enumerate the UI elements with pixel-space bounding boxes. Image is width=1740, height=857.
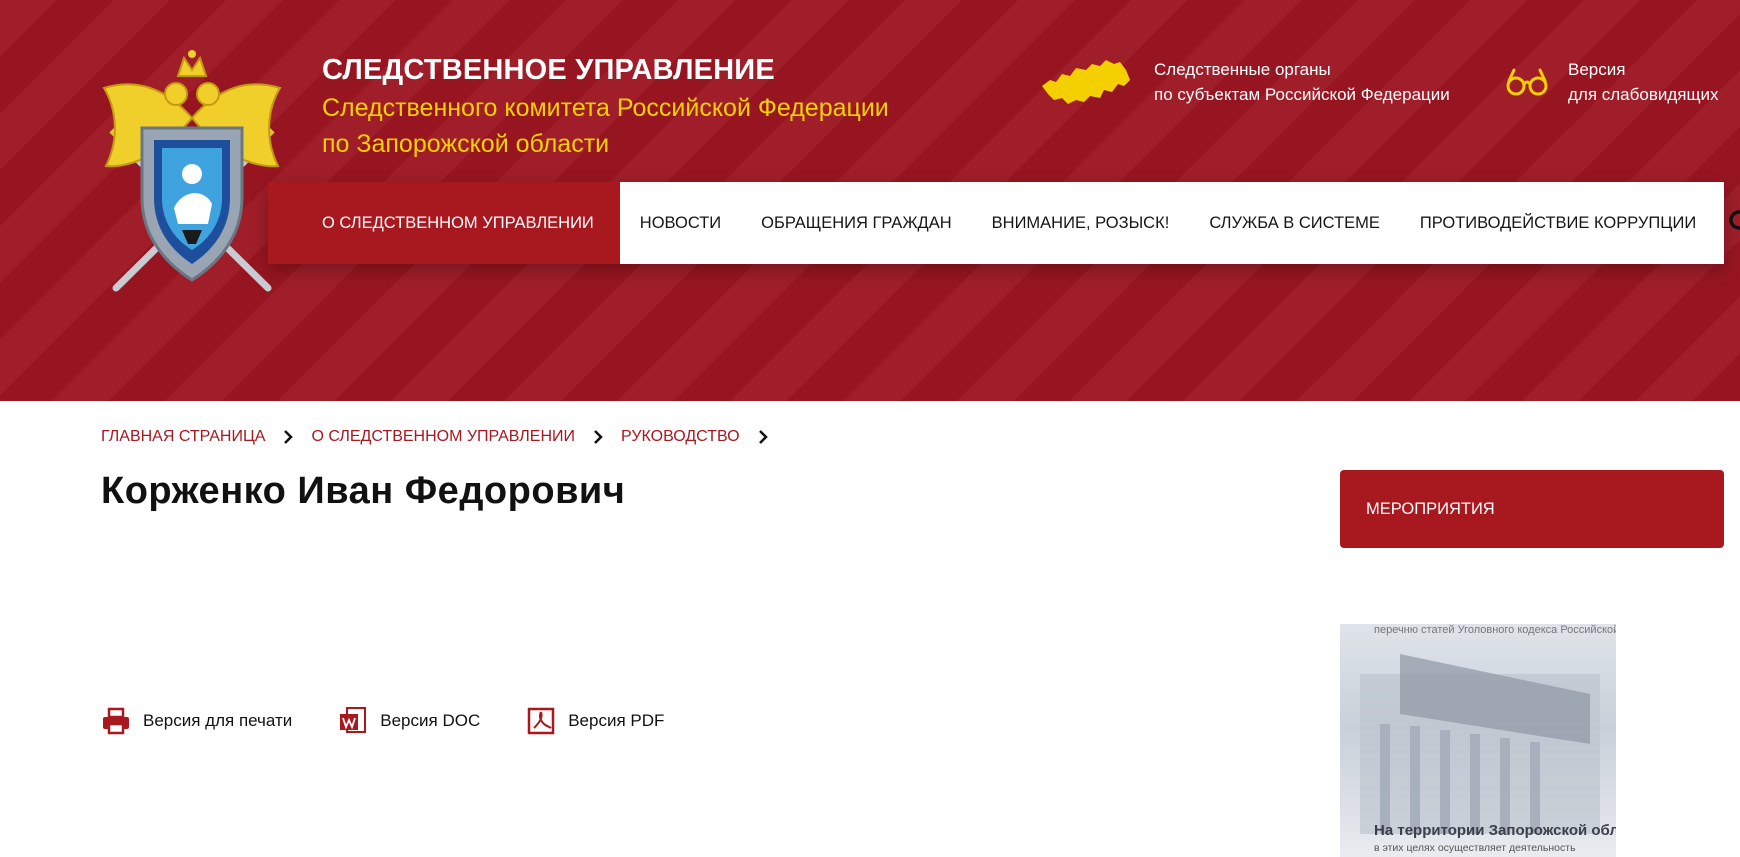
breadcrumb: Главная страница О следственном управлен…: [101, 428, 786, 446]
printer-icon: [103, 707, 129, 735]
banner-small-text: в этих целях осуществляет деятельность: [1374, 842, 1576, 854]
events-button[interactable]: Мероприятия: [1340, 470, 1724, 548]
regions-text: Следственные органы по субъектам Российс…: [1154, 57, 1450, 107]
pdf-version-link[interactable]: Версия PDF: [526, 706, 664, 736]
chevron-right-icon: [284, 430, 294, 444]
nav-item-about[interactable]: О следственном управлении: [268, 182, 620, 264]
nav-item-anticorruption[interactable]: Противодействие коррупции: [1400, 182, 1716, 264]
region-banner[interactable]: перечню статей Уголовного кодекса Россий…: [1340, 624, 1616, 857]
emblem-icon[interactable]: [96, 48, 288, 300]
chevron-right-icon: [758, 430, 768, 444]
nav-item-service[interactable]: Служба в системе: [1189, 182, 1400, 264]
pdf-version-label: Версия PDF: [568, 711, 665, 730]
chevron-right-icon: [594, 430, 603, 444]
regions-line1: Следственные органы: [1154, 60, 1331, 79]
russia-map-icon: [1042, 60, 1130, 104]
print-version-link[interactable]: Версия для печати: [101, 706, 292, 736]
building-image: [1360, 654, 1600, 834]
nav-item-news[interactable]: Новости: [620, 182, 741, 264]
page-title: Корженко Иван Федорович: [101, 470, 626, 512]
vision-line2: для слабовидящих: [1568, 85, 1719, 104]
banner-caption: На территории Запорожской области: [1374, 822, 1616, 839]
print-version-label: Версия для печати: [143, 711, 293, 730]
search-button[interactable]: [1728, 182, 1740, 264]
title-sub-line1: Следственного комитета Российской Федера…: [322, 94, 889, 122]
site-title[interactable]: СЛЕДСТВЕННОЕ УПРАВЛЕНИЕ Следственного ко…: [322, 50, 889, 162]
doc-version-link[interactable]: Версия DOC: [338, 706, 480, 736]
low-vision-text: Версия для слабовидящих: [1568, 57, 1718, 107]
regions-line2: по субъектам Российской Федерации: [1154, 85, 1450, 104]
download-links: Версия для печати Версия DOC Версия PDF: [101, 706, 710, 736]
vision-line1: Версия: [1568, 60, 1626, 79]
site-header: СЛЕДСТВЕННОЕ УПРАВЛЕНИЕ Следственного ко…: [0, 0, 1740, 401]
pdf-icon: [527, 707, 555, 735]
title-sub-line2: по Запорожской области: [322, 130, 610, 158]
doc-version-label: Версия DOC: [380, 711, 481, 730]
nav-item-appeals[interactable]: Обращения граждан: [741, 182, 972, 264]
low-vision-link[interactable]: Версия для слабовидящих: [1506, 56, 1718, 108]
nav-item-wanted[interactable]: Внимание, розыск!: [972, 182, 1190, 264]
regions-link[interactable]: Следственные органы по субъектам Российс…: [1040, 56, 1450, 108]
breadcrumb-home[interactable]: Главная страница: [101, 428, 265, 446]
main-nav: О следственном управлении Новости Обраще…: [268, 182, 1740, 264]
glasses-icon: [1506, 68, 1548, 96]
doc-icon: [340, 707, 367, 733]
breadcrumb-leadership[interactable]: Руководство: [621, 428, 740, 446]
search-icon: [1729, 210, 1740, 230]
title-main: СЛЕДСТВЕННОЕ УПРАВЛЕНИЕ: [322, 54, 775, 86]
breadcrumb-about[interactable]: О следственном управлении: [311, 428, 575, 446]
